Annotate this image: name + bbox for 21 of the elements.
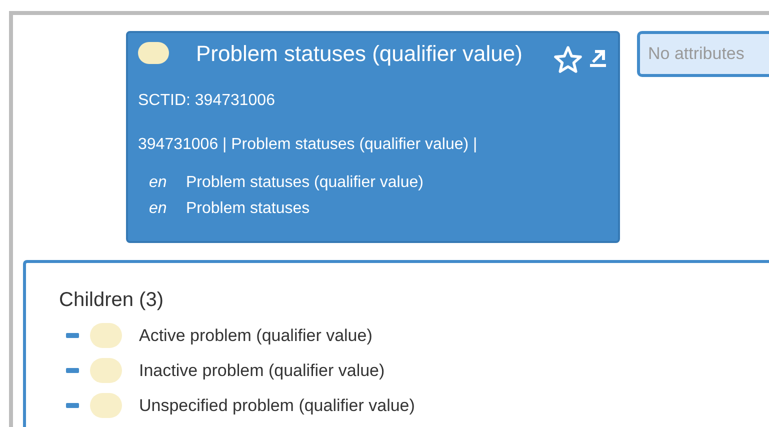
child-concept-link[interactable]: Active problem (qualifier value) bbox=[139, 322, 372, 348]
children-heading: Children (3) bbox=[59, 288, 164, 313]
collapse-icon[interactable] bbox=[66, 403, 79, 408]
definition-status-icon bbox=[90, 393, 122, 418]
fsn-text: 394731006 | Problem statuses (qualifier value) | bbox=[138, 135, 478, 155]
collapse-icon[interactable] bbox=[66, 333, 79, 338]
child-concept-link[interactable]: Inactive problem (qualifier value) bbox=[139, 358, 385, 384]
collapse-icon[interactable] bbox=[66, 368, 79, 373]
language-code: en bbox=[149, 199, 168, 219]
concept-title: Problem statuses (qualifier value) bbox=[138, 41, 552, 67]
definition-status-icon bbox=[90, 323, 122, 348]
export-icon[interactable] bbox=[588, 47, 608, 67]
definition-status-icon bbox=[138, 42, 169, 64]
description-term: Problem statuses (qualifier value) bbox=[186, 173, 424, 193]
child-concept-link[interactable]: Unspecified problem (qualifier value) bbox=[139, 392, 415, 418]
definition-status-icon bbox=[90, 358, 122, 383]
star-icon[interactable] bbox=[552, 45, 584, 75]
attributes-box: No attributes bbox=[637, 31, 769, 77]
sctid-text: SCTID: 394731006 bbox=[138, 91, 276, 111]
language-code: en bbox=[149, 173, 168, 193]
description-term: Problem statuses bbox=[186, 199, 310, 219]
